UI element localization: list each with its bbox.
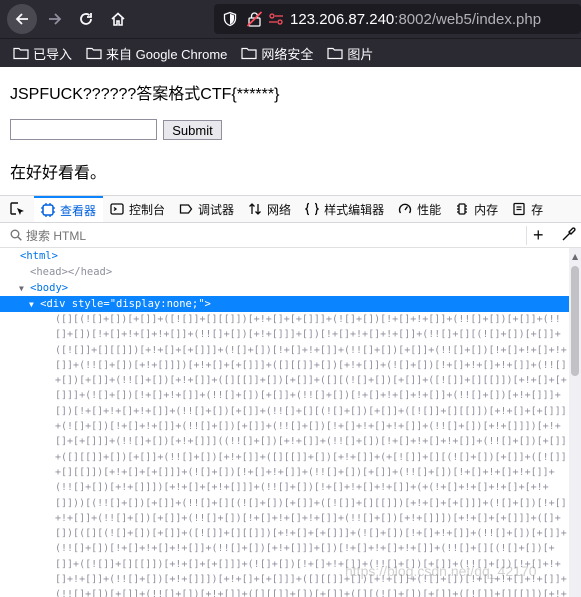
console-icon [110,202,124,216]
bookmark-folder-security[interactable]: 网络安全 [241,44,313,63]
arrow-left-icon [15,13,28,25]
bookmark-folder-chrome[interactable]: 来自 Google Chrome [86,44,227,63]
url-host: 123.206.87.240 [290,10,395,28]
markup-tree: <html> <head></head> ▼ <body> ▼ <div sty… [0,248,569,597]
devtools-tab-style-editor[interactable]: 样式编辑器 [298,196,391,222]
folder-icon [327,47,344,60]
permissions-icon[interactable] [268,12,284,26]
memory-icon [455,202,469,216]
reload-icon [80,13,92,25]
expand-arrow-icon[interactable]: ▼ [19,284,24,293]
answer-input[interactable] [10,119,157,140]
arrow-right-icon [49,13,62,25]
style-editor-icon [305,202,320,216]
devtools-tab-label: 存 [531,202,544,217]
bookmark-label: 网络安全 [261,46,314,62]
scrollbar-thumb[interactable] [571,266,579,376]
devtools-tab-label: 网络 [267,202,292,217]
folder-icon [241,47,258,60]
browser-window: 123.206.87.240:8002/web5/index.php 已导入 来… [0,0,581,597]
devtools-tab-label: 内存 [474,202,499,217]
devtools-tab-storage[interactable]: 存 [505,196,550,222]
element-picker-button[interactable] [0,196,34,222]
devtools-tab-inspector[interactable]: 查看器 [34,196,104,222]
forward-button[interactable] [41,5,69,33]
search-divider [526,226,527,245]
inspector-icon [41,203,55,217]
folder-icon [86,47,102,60]
devtools-tab-label: 调试器 [198,202,235,217]
expand-arrow-icon[interactable]: ▼ [29,300,34,309]
bookmark-folder-imported[interactable]: 已导入 [13,44,72,63]
element-picker-icon [10,202,24,215]
devtools-tab-label: 样式编辑器 [324,202,385,217]
devtools-tab-network[interactable]: 网络 [241,196,298,222]
devtools-tab-memory[interactable]: 内存 [448,196,505,222]
tree-node-head[interactable]: <head></head> [30,264,112,280]
bookmark-label: 来自 Google Chrome [106,46,228,62]
watermark: https://blog.csdn.net/qq_42170 [345,563,537,579]
devtools-tab-debugger[interactable]: 调试器 [172,196,241,222]
tree-node-html[interactable]: <html> [20,248,58,264]
devtools-tabbar: 查看器 控制台 调试器 网络 样式编辑器 性能 内存 存 [0,195,581,223]
page-title: JSPFUCK??????答案格式CTF{******} [10,86,280,103]
insecure-lock-icon[interactable] [246,11,264,27]
bookmarks-bar: 已导入 来自 Google Chrome 网络安全 图片 [0,38,581,67]
bookmark-label: 已导入 [33,46,73,62]
devtools-tab-list: 查看器 控制台 调试器 网络 样式编辑器 性能 内存 存 [34,196,550,222]
home-icon [111,12,125,26]
url-path: :8002/web5/index.php [394,10,542,28]
html-search-bar: 搜索 HTML + [0,223,581,248]
submit-button[interactable]: Submit [163,120,222,140]
url-text[interactable]: 123.206.87.240:8002/web5/index.php [290,11,541,28]
eyedropper-icon[interactable] [561,227,576,242]
html-search-input[interactable]: 搜索 HTML [26,227,86,244]
reload-button[interactable] [72,5,100,33]
markup-scrollbar[interactable]: ▲ [569,248,581,597]
devtools-tab-performance[interactable]: 性能 [391,196,448,222]
tree-node-div-selected[interactable]: ▼ <div style="display:none;"> [0,296,569,312]
search-icon [10,229,22,241]
debugger-icon [179,202,193,216]
add-node-icon[interactable]: + [533,225,544,245]
div-tag-line: ▼ <div style="display:none;"> [29,298,211,310]
hint-text: 在好好看看。 [10,165,107,182]
tree-node-body[interactable]: ▼ <body> [19,280,68,296]
page-content: JSPFUCK??????答案格式CTF{******} Submit 在好好看… [0,67,581,195]
home-button[interactable] [104,5,132,33]
performance-icon [398,202,412,216]
url-bar[interactable]: 123.206.87.240:8002/web5/index.php [214,4,581,34]
storage-icon [512,202,526,216]
devtools-tab-label: 查看器 [60,203,97,218]
devtools-tab-label: 控制台 [129,202,166,217]
back-button[interactable] [7,4,37,34]
devtools-tab-label: 性能 [417,202,442,217]
devtools-tab-console[interactable]: 控制台 [103,196,172,222]
network-icon [248,202,262,216]
jsfuck-text-node[interactable]: ([][(![]+[])[+[]]+([![]]+[][[]])[+!+[]+[… [55,312,567,597]
scroll-up-icon[interactable]: ▲ [572,252,578,261]
nav-toolbar: 123.206.87.240:8002/web5/index.php [0,0,581,38]
folder-icon [13,47,29,60]
shield-icon[interactable] [222,11,238,27]
bookmark-label: 图片 [347,46,374,62]
bookmark-folder-images[interactable]: 图片 [327,44,373,63]
